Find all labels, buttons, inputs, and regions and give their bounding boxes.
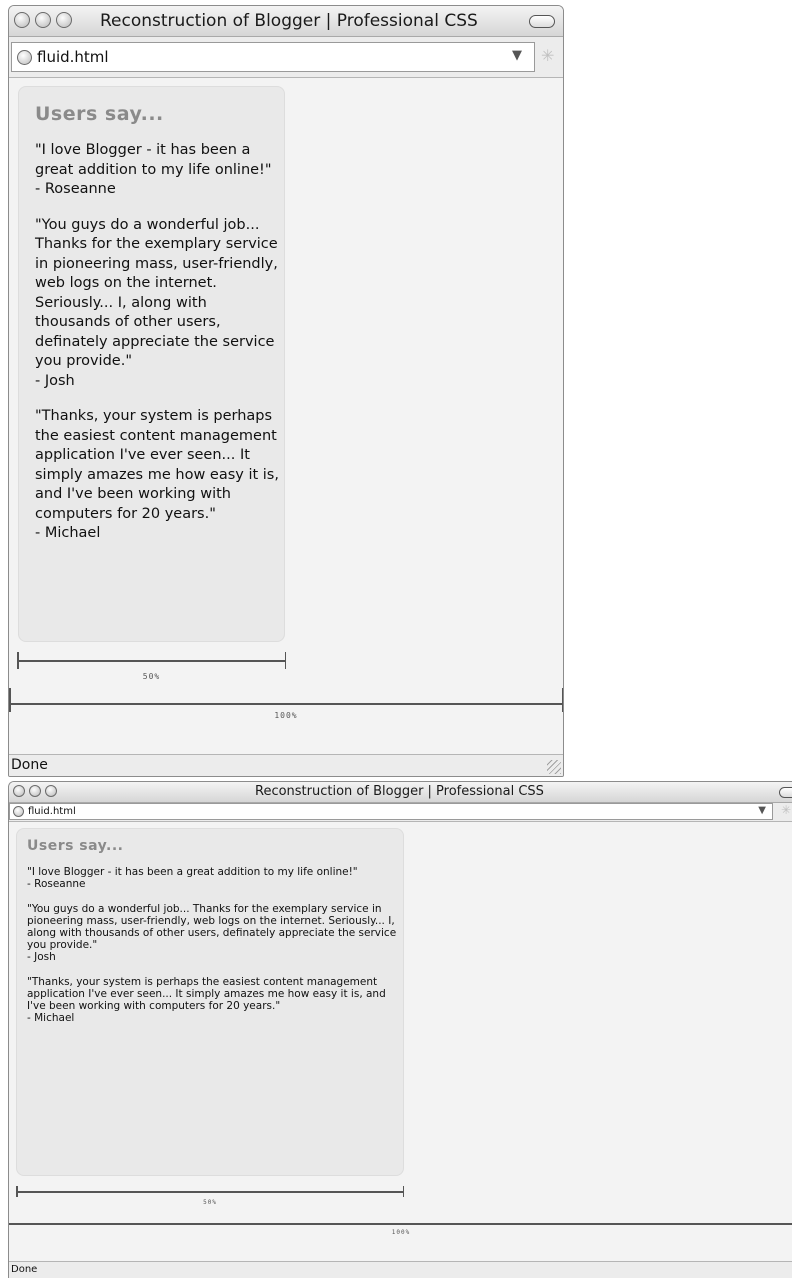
testimonial: "I love Blogger - it has been a great ad…: [35, 141, 283, 200]
loading-spinner-icon: ✳: [781, 803, 792, 817]
globe-icon: [13, 806, 24, 817]
navigation-toolbar: fluid.html ▼ ✳: [9, 37, 563, 78]
chevron-down-icon[interactable]: ▼: [758, 805, 766, 816]
window-controls: [14, 12, 72, 28]
testimonial-author: - Josh: [35, 372, 75, 389]
measure-tick-left: [17, 652, 19, 669]
status-bar: Done: [9, 1261, 792, 1278]
resize-grip-icon[interactable]: [547, 760, 561, 774]
box-heading: Users say...: [27, 838, 124, 854]
testimonial-text: "You guys do a wonderful job... Thanks f…: [35, 216, 278, 370]
testimonial: "Thanks, your system is perhaps the easi…: [27, 976, 397, 1024]
measure-line: [9, 703, 563, 705]
toolbar-toggle-button[interactable]: [779, 787, 792, 798]
page-viewport: Users say... "I love Blogger - it has be…: [9, 822, 792, 1263]
testimonial-text: "I love Blogger - it has been a great ad…: [35, 142, 272, 178]
window-title: Reconstruction of Blogger | Professional…: [100, 11, 478, 31]
testimonial-text: "Thanks, your system is perhaps the easi…: [27, 976, 386, 1012]
title-bar: Reconstruction of Blogger | Professional…: [9, 782, 792, 803]
testimonial: "You guys do a wonderful job... Thanks f…: [35, 216, 283, 392]
width-measure-50: 50%: [16, 1186, 404, 1208]
testimonial: "You guys do a wonderful job... Thanks f…: [27, 903, 397, 963]
zoom-icon[interactable]: [56, 12, 72, 28]
toolbar-toggle-button[interactable]: [529, 15, 555, 28]
measure-line: [17, 660, 286, 662]
status-text: Done: [11, 757, 48, 773]
status-bar: Done: [9, 754, 563, 776]
page-viewport: Users say... "I love Blogger - it has be…: [9, 78, 563, 754]
measure-line: [9, 1223, 792, 1225]
measure-tick-left: [16, 1186, 18, 1197]
measure-label: 50%: [203, 1199, 217, 1206]
window-controls: [13, 785, 57, 797]
width-measure-50: 50%: [17, 652, 286, 681]
measure-tick-right: [284, 652, 286, 669]
browser-window-narrow: Reconstruction of Blogger | Professional…: [8, 5, 564, 777]
url-text[interactable]: fluid.html: [28, 806, 76, 817]
testimonial-author: - Josh: [27, 951, 56, 963]
minimize-icon[interactable]: [35, 12, 51, 28]
window-title: Reconstruction of Blogger | Professional…: [255, 784, 544, 799]
width-measure-100: 100%: [9, 688, 563, 726]
width-measure-100: 100%: [9, 1223, 792, 1247]
chevron-down-icon[interactable]: ▼: [512, 48, 522, 63]
close-icon[interactable]: [14, 12, 30, 28]
testimonial: "Thanks, your system is perhaps the easi…: [35, 407, 283, 544]
url-text[interactable]: fluid.html: [37, 48, 109, 66]
address-bar[interactable]: fluid.html ▼: [11, 42, 535, 72]
browser-window-wide: Reconstruction of Blogger | Professional…: [8, 781, 792, 1278]
testimonial: "I love Blogger - it has been a great ad…: [27, 866, 397, 890]
globe-icon: [17, 49, 32, 65]
measure-tick-right: [402, 1186, 404, 1197]
zoom-icon[interactable]: [45, 785, 57, 797]
measure-line: [16, 1191, 404, 1193]
loading-spinner-icon: ✳: [541, 46, 555, 65]
testimonial-text: "I love Blogger - it has been a great ad…: [27, 866, 358, 878]
testimonial-author: - Michael: [27, 1012, 75, 1024]
status-text: Done: [11, 1264, 38, 1275]
measure-tick-right: [561, 688, 563, 712]
measure-label: 50%: [142, 672, 161, 681]
testimonial-text: "You guys do a wonderful job... Thanks f…: [27, 903, 397, 951]
users-say-box: Users say... "I love Blogger - it has be…: [18, 86, 285, 642]
address-bar[interactable]: fluid.html ▼: [9, 803, 773, 820]
minimize-icon[interactable]: [29, 785, 41, 797]
measure-label: 100%: [391, 1229, 411, 1236]
testimonial-author: - Roseanne: [27, 878, 86, 890]
close-icon[interactable]: [13, 785, 25, 797]
box-heading: Users say...: [35, 103, 164, 125]
navigation-toolbar: fluid.html ▼ ✳: [9, 803, 792, 822]
measure-tick-left: [9, 688, 11, 712]
testimonial-author: - Roseanne: [35, 181, 116, 197]
testimonial-author: - Michael: [35, 525, 101, 541]
testimonial-text: "Thanks, your system is perhaps the easi…: [35, 408, 279, 522]
title-bar: Reconstruction of Blogger | Professional…: [9, 6, 563, 37]
measure-label: 100%: [274, 711, 298, 720]
users-say-box: Users say... "I love Blogger - it has be…: [16, 828, 404, 1176]
